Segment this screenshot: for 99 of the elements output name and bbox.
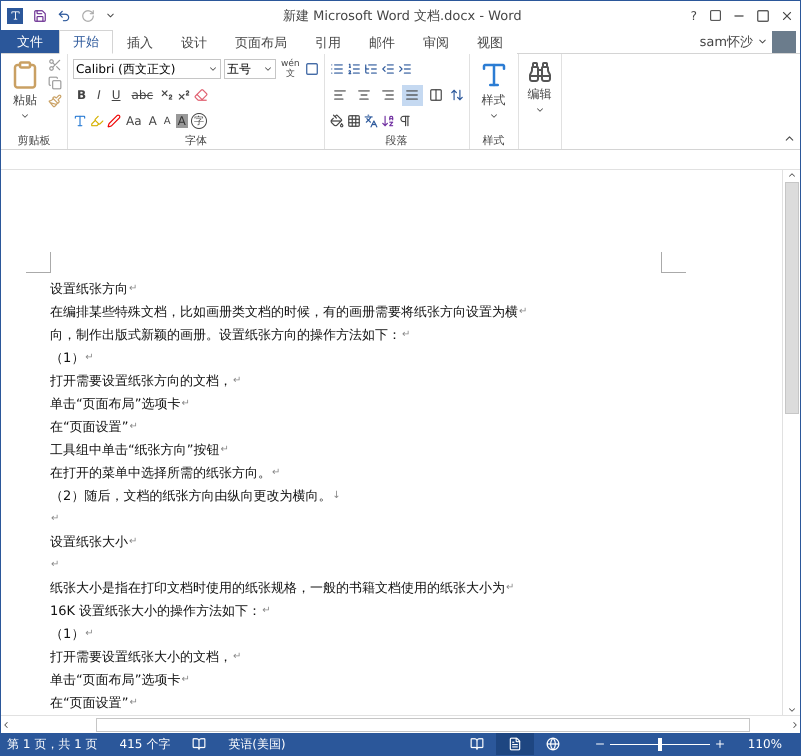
alignment-lines-icon bbox=[357, 88, 372, 102]
page-corner-mark bbox=[26, 252, 51, 273]
subscript-icon[interactable] bbox=[160, 88, 174, 102]
change-case-button[interactable]: Aa bbox=[124, 114, 144, 128]
document-text: 打开需要设置纸张方向的文档， bbox=[50, 372, 232, 390]
paragraph-mark: ↵ bbox=[262, 605, 271, 616]
zoom-level[interactable]: 110% bbox=[748, 737, 800, 751]
binoculars-icon bbox=[528, 60, 552, 84]
paragraph-mark: ↓ bbox=[332, 490, 341, 501]
document-text: 在“页面设置” bbox=[50, 418, 128, 436]
paragraph-mark: ↵ bbox=[181, 674, 190, 685]
document-text: （2）随后，文档的纸张方向由纵向更改为横向。 bbox=[50, 488, 332, 504]
document-text: 打开需要设置纸张大小的文档， bbox=[50, 648, 232, 666]
help-button[interactable]: ? bbox=[688, 8, 699, 22]
group-label: 字体 bbox=[184, 133, 208, 149]
increase-indent-icon[interactable] bbox=[398, 62, 412, 76]
font-color-icon[interactable] bbox=[107, 114, 121, 128]
alignment-button[interactable] bbox=[402, 84, 423, 106]
asian-layout-icon[interactable] bbox=[364, 114, 378, 128]
paragraph-mark: ↵ bbox=[272, 467, 280, 478]
line-spacing-icon[interactable] bbox=[450, 88, 464, 102]
document-text: 纸张大小是指在打印文档时使用的纸张规格，一般的书籍文档使用的纸张大小为 bbox=[50, 580, 505, 596]
scrollbar-thumb[interactable] bbox=[784, 182, 798, 414]
font-size-field[interactable]: 五号 bbox=[224, 59, 276, 79]
page-count[interactable]: 第 1 页，共 1 页 bbox=[7, 736, 98, 752]
document-text: 在编排某些特殊文档，比如画册类文档的时候，有的画册需要将纸张方向设置为横 bbox=[50, 304, 518, 320]
group-label: 样式 bbox=[482, 133, 506, 149]
decrease-indent-icon[interactable] bbox=[380, 62, 395, 76]
sort-icon[interactable] bbox=[380, 114, 395, 128]
paragraph-mark: ↵ bbox=[181, 398, 190, 409]
paragraph-mark: ↵ bbox=[129, 697, 138, 708]
document-text: 工具组中单击“纸张方向”按钮 bbox=[50, 442, 220, 458]
borders-icon[interactable] bbox=[346, 114, 361, 128]
document-text: 在“页面设置” bbox=[50, 694, 128, 712]
document-text: 向，制作出版式新颖的画册。设置纸张方向的操作方法如下： bbox=[50, 326, 401, 344]
word-count[interactable]: 415 个字 bbox=[120, 736, 170, 752]
page-corner-mark bbox=[661, 252, 686, 273]
phonetic-guide-button[interactable]: wén 文 bbox=[279, 59, 302, 79]
multilevel-list-icon[interactable] bbox=[364, 62, 378, 76]
document-text: 单击“页面布局”选项卡 bbox=[50, 396, 180, 412]
window-title: 新建 Microsoft Word 文档.docx - Word bbox=[282, 8, 523, 24]
pilcrow-icon[interactable] bbox=[398, 114, 412, 128]
paragraph-mark: ↵ bbox=[233, 375, 242, 386]
zoom-in-icon[interactable] bbox=[714, 738, 726, 750]
print-view-icon bbox=[508, 737, 522, 751]
grow-font-button[interactable]: A bbox=[146, 114, 159, 128]
language-status[interactable]: 英语(美国) bbox=[228, 736, 286, 752]
word-logo-icon bbox=[7, 8, 23, 24]
alignment-lines-icon bbox=[429, 88, 444, 102]
paragraph-mark: ↵ bbox=[129, 536, 138, 547]
paragraph-mark: ↵ bbox=[129, 283, 138, 294]
shrink-font-button[interactable]: A bbox=[162, 116, 173, 126]
paragraph-mark: ↵ bbox=[402, 329, 410, 340]
character-shading-button[interactable]: A bbox=[176, 114, 188, 128]
paragraph-mark: ↵ bbox=[51, 559, 60, 570]
scrollbar-thumb[interactable] bbox=[96, 718, 750, 732]
avatar-placeholder[interactable] bbox=[772, 30, 796, 52]
enclose-character-button[interactable]: 字 bbox=[190, 113, 207, 129]
file-tab[interactable]: 文件 bbox=[1, 30, 59, 53]
paragraph-mark: ↵ bbox=[220, 444, 229, 455]
document-text: 设置纸张方向 bbox=[50, 280, 128, 298]
ribbon-tab[interactable]: 开始 bbox=[59, 30, 113, 54]
document-text: 16K 设置纸张大小的操作方法如下： bbox=[50, 602, 262, 620]
paragraph-mark: ↵ bbox=[506, 582, 514, 593]
paint-bucket-icon[interactable] bbox=[330, 114, 344, 128]
paragraph-mark: ↵ bbox=[519, 306, 528, 317]
paragraph-mark: ↵ bbox=[85, 628, 94, 639]
font-name-field[interactable]: Calibri (西文正文) bbox=[73, 59, 221, 79]
character-border-icon[interactable] bbox=[304, 62, 319, 76]
paragraph-mark: ↵ bbox=[129, 421, 138, 432]
proofing-book-icon bbox=[192, 737, 206, 751]
document-text: （1） bbox=[50, 350, 84, 366]
zoom-thumb[interactable] bbox=[658, 738, 662, 750]
undo-icon[interactable] bbox=[57, 8, 71, 22]
bullets-icon[interactable] bbox=[330, 62, 344, 76]
paragraph-mark: ↵ bbox=[85, 352, 94, 363]
alignment-lines-icon bbox=[333, 88, 348, 102]
document-text: （1） bbox=[50, 626, 84, 642]
maximize-icon[interactable] bbox=[756, 8, 770, 22]
copy-icon[interactable] bbox=[48, 76, 62, 90]
paragraph-mark: ↵ bbox=[51, 513, 60, 524]
ribbon-display-icon[interactable] bbox=[709, 9, 722, 22]
web-view-icon bbox=[546, 737, 560, 751]
document-text: 单击“页面布局”选项卡 bbox=[50, 672, 180, 688]
view-button[interactable] bbox=[496, 733, 534, 755]
paragraph-mark: ↵ bbox=[233, 651, 242, 662]
group-label: 剪贴板 bbox=[16, 133, 52, 149]
group-label: 段落 bbox=[384, 133, 409, 149]
numbering-icon[interactable] bbox=[346, 62, 361, 76]
text-effects-icon[interactable] bbox=[73, 114, 87, 128]
alignment-lines-icon bbox=[381, 88, 396, 102]
read-view-icon bbox=[470, 737, 484, 751]
document-text: 设置纸张大小 bbox=[50, 534, 128, 550]
alignment-lines-icon bbox=[405, 88, 420, 102]
superscript-icon[interactable] bbox=[177, 88, 192, 102]
document-text: 在打开的菜单中选择所需的纸张方向。 bbox=[50, 464, 271, 482]
scissors-icon[interactable] bbox=[48, 58, 62, 72]
user-name[interactable]: sam怀沙 bbox=[700, 32, 753, 50]
save-icon[interactable] bbox=[33, 8, 47, 22]
